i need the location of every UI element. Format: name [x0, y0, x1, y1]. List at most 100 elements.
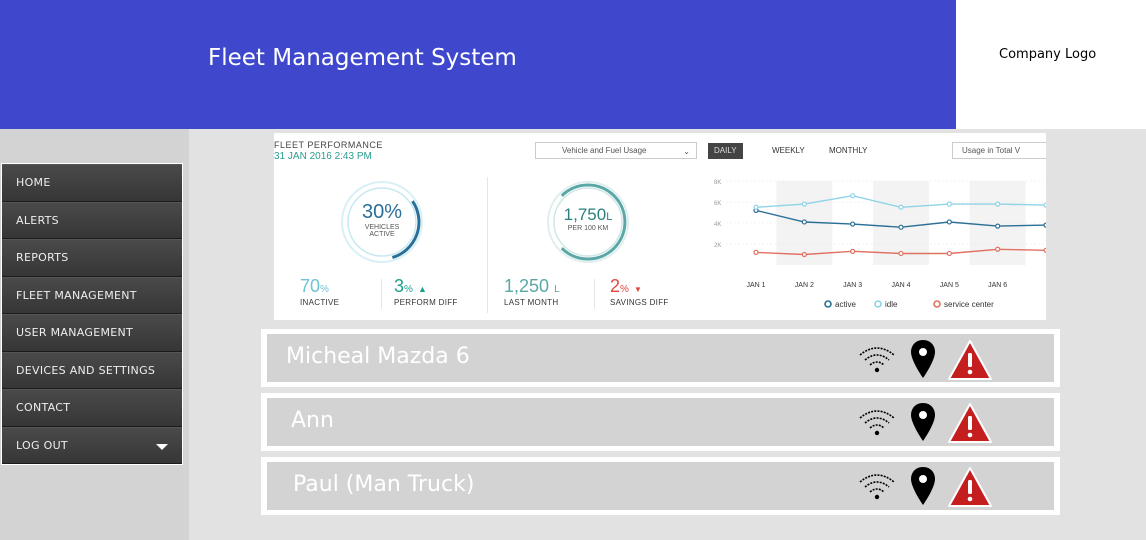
map-pin-icon[interactable]: [909, 466, 937, 506]
tab-weekly[interactable]: WEEKLY: [766, 143, 811, 159]
ring2-value: 1,750: [563, 205, 607, 224]
x-tick-label: JAN 2: [795, 282, 814, 289]
x-tick-label: JAN 4: [891, 282, 910, 289]
y-tick-label: 2K: [714, 243, 721, 249]
data-point: [801, 219, 807, 225]
stat-unit: %: [404, 284, 413, 295]
usage-line-chart: 8K 6K 4K 2K JAN 1 JAN 2 JAN 3 JAN 4 JAN 5 JAN 6 ac…: [714, 180, 1046, 309]
sidebar-item-label: USER MANAGEMENT: [16, 326, 134, 340]
stat-unit: %: [620, 284, 629, 295]
data-point: [801, 251, 807, 258]
data-point: [1043, 222, 1046, 228]
legend-label: service center: [944, 300, 994, 309]
company-logo: Company Logo: [999, 47, 1097, 62]
y-tick-label: 6K: [714, 201, 721, 207]
stat-value: 1,250: [504, 276, 550, 296]
vehicle-row[interactable]: Ann: [261, 393, 1060, 451]
sidebar-item-log-out[interactable]: LOG OUT: [2, 426, 182, 464]
usage-total-select[interactable]: Usage in Total V: [952, 142, 1046, 159]
vehicle-row[interactable]: Paul (Man Truck): [261, 457, 1060, 515]
ring1-value: 30: [361, 201, 385, 223]
stat-label: LAST MONTH: [504, 298, 559, 307]
stat-value: 2: [610, 276, 621, 296]
ring1-line2: ACTIVE: [369, 231, 395, 238]
warning-icon[interactable]: [947, 402, 993, 444]
legend-marker: [933, 300, 941, 308]
x-tick-label: JAN 6: [988, 282, 1007, 289]
company-logo-area: Company Logo: [956, 0, 1146, 129]
wifi-icon[interactable]: [857, 470, 897, 504]
stat-value: 70: [300, 276, 321, 296]
warning-icon[interactable]: [947, 466, 993, 508]
data-point: [850, 193, 856, 199]
sidebar-item-label: LOG OUT: [16, 438, 68, 452]
data-point: [995, 201, 1001, 207]
divider: [381, 279, 382, 309]
vehicle-name: Micheal Mazda 6: [286, 344, 470, 369]
legend-marker: [824, 300, 832, 308]
sidebar-item-alerts[interactable]: ALERTS: [2, 201, 182, 239]
warning-icon[interactable]: [947, 339, 993, 381]
legend-label: active: [835, 300, 856, 309]
stat-perform-diff: 3% ▲ PERFORM DIFF: [394, 276, 458, 307]
map-pin-icon[interactable]: [909, 339, 937, 379]
usage-type-select[interactable]: Vehicle and Fuel Usage ⌄: [535, 142, 697, 159]
data-point: [946, 219, 952, 225]
y-tick-label: 4K: [714, 222, 721, 228]
ring2-line1: PER 100 KM: [567, 225, 609, 232]
app-header: Fleet Management System: [0, 0, 956, 129]
vehicle-row[interactable]: Micheal Mazda 6: [261, 329, 1060, 387]
data-point: [753, 249, 759, 256]
vehicle-name: Ann: [291, 408, 334, 433]
wifi-icon[interactable]: [857, 343, 897, 377]
divider: [594, 279, 595, 309]
sidebar-item-home[interactable]: HOME: [2, 164, 182, 202]
sidebar-item-fleet-management[interactable]: FLEET MANAGEMENT: [2, 276, 182, 314]
x-tick-label: JAN 1: [746, 282, 765, 289]
data-point: [801, 201, 807, 207]
data-point: [850, 221, 856, 227]
tab-daily[interactable]: DAILY: [708, 143, 743, 159]
stat-unit: L: [554, 284, 560, 295]
sidebar-item-devices-and-settings[interactable]: DEVICES AND SETTINGS: [2, 351, 182, 389]
caret-down-icon[interactable]: [156, 443, 168, 450]
arrow-down-icon: ▼: [633, 285, 642, 294]
app-title: Fleet Management System: [208, 45, 517, 71]
stat-value: 3: [394, 276, 405, 296]
x-tick-label: JAN 5: [940, 282, 959, 289]
map-pin-icon[interactable]: [909, 402, 937, 442]
stat-last-month: 1,250 L LAST MONTH: [504, 276, 560, 307]
wifi-icon[interactable]: [857, 406, 897, 440]
data-point: [898, 204, 904, 210]
sidebar-item-label: HOME: [16, 176, 51, 190]
divider: [487, 177, 488, 313]
data-point: [898, 224, 904, 230]
sidebar-item-label: CONTACT: [16, 401, 71, 415]
ring2-label: 1,750L PER 100 KM: [540, 205, 636, 232]
ring1-unit: %: [384, 201, 403, 223]
stat-inactive: 70% INACTIVE: [300, 276, 339, 307]
fleet-performance-panel: FLEET PERFORMANCE 31 JAN 2016 2:43 PM Ve…: [274, 133, 1046, 320]
legend-marker: [874, 300, 882, 308]
stat-unit: %: [320, 284, 329, 295]
data-point: [946, 250, 952, 257]
ring1-label: 30% VEHICLES ACTIVE: [334, 201, 430, 238]
tab-monthly[interactable]: MONTHLY: [823, 143, 874, 159]
stat-label: SAVINGS DIFF: [610, 298, 669, 307]
sidebar-item-user-management[interactable]: USER MANAGEMENT: [2, 314, 182, 352]
sidebar-item-contact[interactable]: CONTACT: [2, 389, 182, 427]
select-value: Vehicle and Fuel Usage: [562, 146, 647, 155]
y-tick-label: 8K: [714, 180, 721, 186]
data-point: [1043, 202, 1046, 208]
data-point: [1043, 247, 1046, 253]
stat-label: PERFORM DIFF: [394, 298, 458, 307]
ring2-unit: L: [606, 211, 613, 223]
data-point: [753, 204, 759, 210]
sidebar-item-label: ALERTS: [16, 213, 59, 227]
panel-date: 31 JAN 2016 2:43 PM: [274, 151, 372, 162]
sidebar-item-label: DEVICES AND SETTINGS: [16, 363, 156, 377]
sidebar-item-label: FLEET MANAGEMENT: [16, 288, 137, 302]
panel-title: FLEET PERFORMANCE: [274, 140, 383, 150]
data-point: [946, 201, 952, 207]
sidebar-item-reports[interactable]: REPORTS: [2, 239, 182, 277]
